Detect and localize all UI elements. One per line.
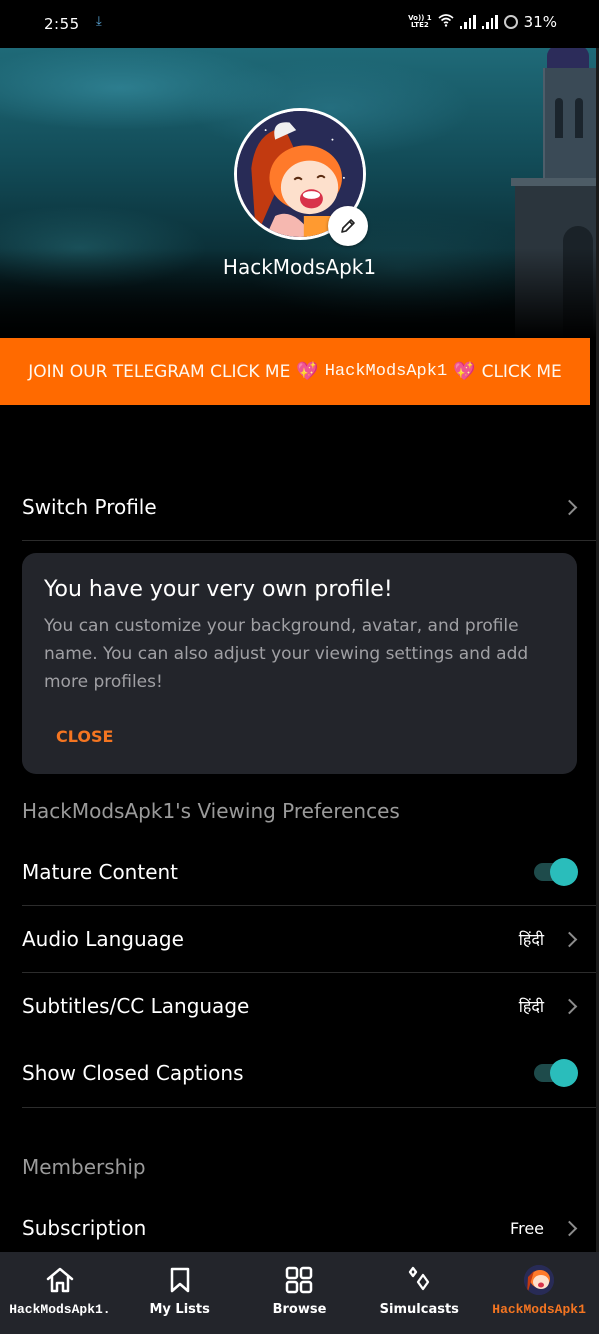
closed-captions-toggle[interactable] bbox=[534, 1058, 578, 1088]
grid-icon bbox=[283, 1264, 315, 1296]
sparkle-icon bbox=[403, 1264, 435, 1296]
home-icon bbox=[44, 1264, 76, 1296]
mature-content-row[interactable]: Mature Content bbox=[22, 852, 578, 892]
profile-name: HackModsApk1 bbox=[222, 255, 377, 279]
banner-text-join: JOIN OUR TELEGRAM CLICK ME bbox=[28, 361, 291, 382]
nav-label-browse: Browse bbox=[272, 1302, 327, 1317]
sparkling-heart-icon: 💖 bbox=[296, 361, 319, 382]
bookmark-icon bbox=[164, 1264, 196, 1296]
bottom-navigation: HackModsApk1. My Lists Browse Simulcasts… bbox=[0, 1252, 599, 1334]
nav-label-my-lists: My Lists bbox=[149, 1302, 210, 1317]
subscription-label: Subscription bbox=[22, 1216, 147, 1240]
audio-language-label: Audio Language bbox=[22, 927, 184, 951]
nav-item-browse[interactable]: Browse bbox=[240, 1252, 360, 1334]
wifi-icon bbox=[438, 13, 454, 31]
chevron-right-icon bbox=[564, 1221, 578, 1235]
viewing-preferences-heading: HackModsApk1's Viewing Preferences bbox=[22, 799, 400, 823]
subtitles-language-label: Subtitles/CC Language bbox=[22, 994, 250, 1018]
edit-avatar-button[interactable] bbox=[328, 206, 368, 246]
audio-language-value: हिंदी bbox=[518, 930, 544, 949]
membership-heading: Membership bbox=[22, 1155, 146, 1179]
closed-captions-row[interactable]: Show Closed Captions bbox=[22, 1053, 578, 1093]
closed-captions-label: Show Closed Captions bbox=[22, 1061, 244, 1085]
audio-language-row[interactable]: Audio Language हिंदी bbox=[22, 919, 578, 959]
profile-avatar-icon bbox=[523, 1264, 555, 1296]
telegram-promo-banner[interactable]: JOIN OUR TELEGRAM CLICK ME 💖 HackModsApk… bbox=[0, 338, 590, 405]
switch-profile-label: Switch Profile bbox=[22, 495, 157, 519]
battery-ring-icon bbox=[503, 15, 518, 29]
info-card-body: You can customize your background, avata… bbox=[44, 616, 529, 692]
banner-text-name: HackModsApk1 bbox=[324, 362, 448, 381]
download-arrow-icon: ⤓ bbox=[96, 14, 102, 29]
mature-content-label: Mature Content bbox=[22, 860, 179, 884]
divider bbox=[22, 540, 599, 541]
subscription-value: Free bbox=[510, 1218, 544, 1238]
banner-text-click: CLICK ME bbox=[481, 361, 562, 382]
status-time: 2:55 bbox=[44, 15, 80, 33]
signal-1-icon bbox=[459, 15, 476, 29]
nav-item-profile[interactable]: HackModsApk1 bbox=[479, 1252, 599, 1334]
sparkling-heart-icon: 💖 bbox=[453, 361, 476, 382]
profile-header-background: HackModsApk1 bbox=[0, 48, 599, 338]
chevron-right-icon bbox=[564, 500, 578, 514]
signal-2-icon bbox=[481, 15, 498, 29]
nav-item-simulcasts[interactable]: Simulcasts bbox=[359, 1252, 479, 1334]
chevron-right-icon bbox=[564, 932, 578, 946]
volte-icon: Vo)) 1 LTE2 bbox=[408, 15, 432, 29]
profile-info-card: You have your very own profile! You can … bbox=[22, 553, 577, 774]
subtitles-language-value: हिंदी bbox=[518, 997, 544, 1016]
mature-content-toggle[interactable] bbox=[534, 857, 578, 887]
status-icons: Vo)) 1 LTE2 31% bbox=[408, 13, 557, 31]
divider bbox=[22, 972, 599, 973]
divider bbox=[22, 905, 599, 906]
battery-percent: 31% bbox=[523, 13, 557, 31]
nav-label-profile: HackModsApk1 bbox=[492, 1302, 586, 1317]
status-bar: 2:55 ⤓ Vo)) 1 LTE2 31% bbox=[0, 0, 599, 48]
nav-label-home: HackModsApk1. bbox=[9, 1302, 111, 1317]
chevron-right-icon bbox=[564, 999, 578, 1013]
nav-item-home[interactable]: HackModsApk1. bbox=[0, 1252, 120, 1334]
profile-avatar-container[interactable] bbox=[234, 108, 368, 246]
nav-label-simulcasts: Simulcasts bbox=[379, 1302, 459, 1317]
subscription-row[interactable]: Subscription Free bbox=[22, 1208, 578, 1248]
switch-profile-row[interactable]: Switch Profile bbox=[22, 487, 578, 527]
subtitles-language-row[interactable]: Subtitles/CC Language हिंदी bbox=[22, 986, 578, 1026]
lte-label: LTE2 bbox=[411, 21, 429, 29]
info-card-title: You have your very own profile! bbox=[44, 577, 393, 602]
pencil-icon bbox=[341, 219, 355, 233]
close-button[interactable]: CLOSE bbox=[56, 727, 113, 746]
nav-item-my-lists[interactable]: My Lists bbox=[120, 1252, 240, 1334]
divider bbox=[22, 1107, 599, 1108]
